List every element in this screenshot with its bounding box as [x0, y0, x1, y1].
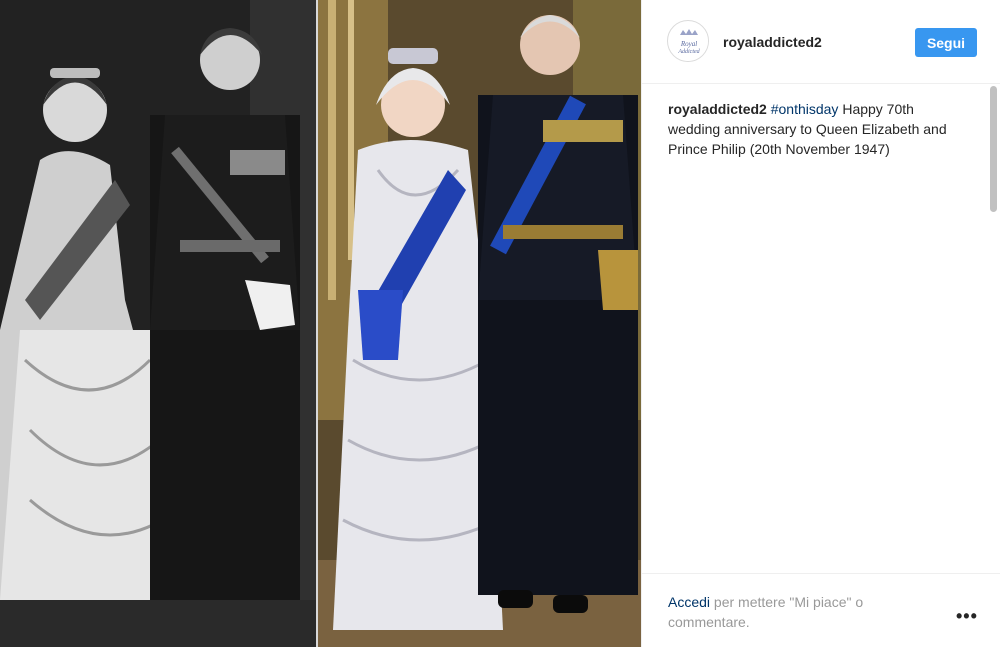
royal-addicted-logo: Royal Addicted: [669, 22, 708, 61]
post-footer: Accedi per mettere "Mi piace" o commenta…: [642, 573, 1000, 647]
header-username[interactable]: royaladdicted2: [723, 34, 822, 50]
post-image[interactable]: [0, 0, 641, 647]
caption-username[interactable]: royaladdicted2: [668, 101, 767, 117]
login-link[interactable]: Accedi: [668, 594, 710, 610]
post-sidebar: Royal Addicted royaladdicted2 Segui roya…: [641, 0, 1000, 647]
color-photo: [318, 0, 641, 647]
avatar[interactable]: Royal Addicted: [667, 20, 709, 62]
svg-text:Addicted: Addicted: [677, 49, 700, 55]
svg-text:Royal: Royal: [680, 40, 697, 48]
login-prompt: Accedi per mettere "Mi piace" o commenta…: [668, 592, 918, 632]
caption-hashtag[interactable]: #onthisday: [771, 101, 839, 117]
follow-button[interactable]: Segui: [915, 28, 977, 57]
post-header: Royal Addicted royaladdicted2 Segui: [642, 0, 1000, 84]
wedding-1947-illustration: [0, 0, 318, 647]
comments-scrollbar[interactable]: [989, 86, 998, 566]
scrollbar-thumb[interactable]: [990, 86, 997, 212]
anniversary-2017-illustration: [318, 0, 641, 647]
post-caption: royaladdicted2 #onthisday Happy 70th wed…: [668, 99, 968, 161]
black-and-white-photo: [0, 0, 318, 647]
more-options-icon[interactable]: •••: [956, 606, 978, 627]
